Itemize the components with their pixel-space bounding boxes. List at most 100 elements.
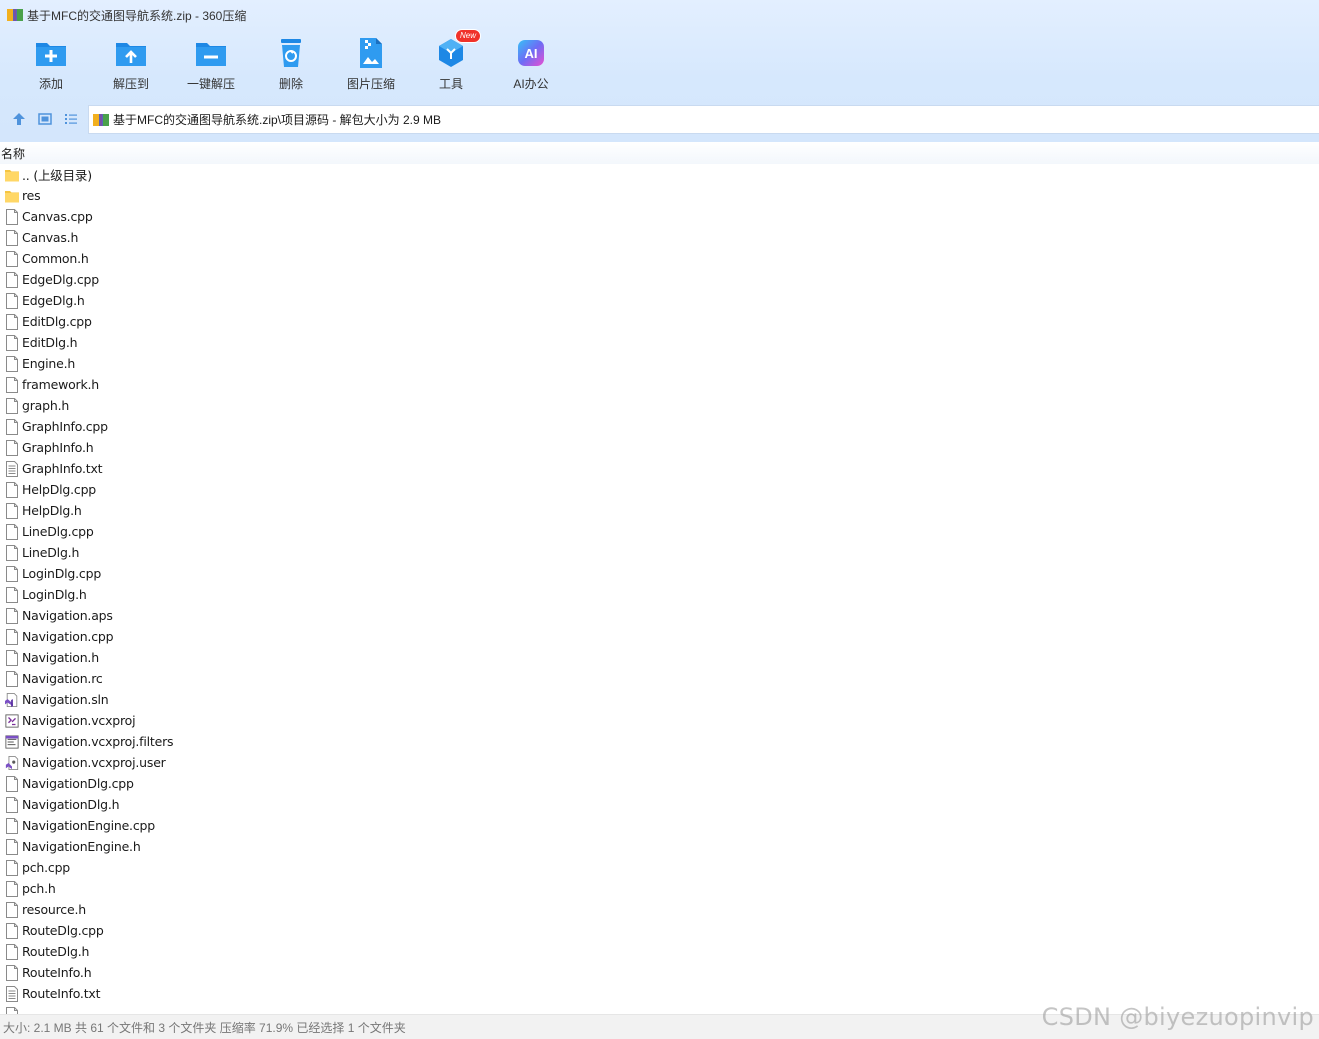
file-row[interactable]: NavigationEngine.cpp [0,815,1319,836]
file-name: pch.h [22,881,56,896]
file-row[interactable]: EditDlg.cpp [0,311,1319,332]
file-icon [5,523,19,540]
tools-button[interactable]: New 工具 [411,29,491,98]
file-name: NavigationEngine.cpp [22,818,155,833]
file-row[interactable]: GraphInfo.txt [0,458,1319,479]
file-name: pch.cpp [22,860,71,875]
file-icon [5,439,19,456]
file-icon [5,544,19,561]
file-name: HelpDlg.h [22,503,82,518]
file-row[interactable]: graph.h [0,395,1319,416]
image-compress-label: 图片压缩 [346,77,395,91]
main-toolbar: 添加 解压到 一键解压 删除 图片压缩 New 工具 AI AI办公 [11,29,571,98]
file-icon [5,208,19,225]
file-name: HelpDlg.cpp [22,482,97,497]
file-row[interactable]: RouteDlg.cpp [0,920,1319,941]
file-row[interactable]: Navigation.h [0,647,1319,668]
list-view-button[interactable] [58,106,84,132]
file-row[interactable]: NavigationDlg.cpp [0,773,1319,794]
file-name: Engine.h [22,356,76,371]
file-icon [5,565,19,582]
file-row[interactable]: RouteInfo.txt [0,983,1319,1004]
file-row[interactable]: pch.cpp [0,857,1319,878]
file-row[interactable]: resource.h [0,899,1319,920]
file-icon [5,502,19,519]
one-click-extract-label: 一键解压 [186,77,235,91]
file-icon [5,880,19,897]
file-name: Navigation.aps [22,608,113,623]
add-folder-icon [34,36,68,70]
file-row[interactable]: LineDlg.cpp [0,521,1319,542]
file-row[interactable]: Engine.h [0,353,1319,374]
file-icon [5,271,19,288]
address-bar[interactable]: 基于MFC的交通图导航系统.zip\项目源码 - 解包大小为 2.9 MB [88,105,1319,134]
file-row[interactable]: pch.h [0,878,1319,899]
file-name: NavigationEngine.h [22,839,141,854]
file-row[interactable]: RouteInfo.h [0,962,1319,983]
file-icon [5,607,19,624]
archive-icon [93,113,109,126]
folder-icon [5,167,19,183]
file-row[interactable]: EditDlg.h [0,332,1319,353]
folder-row[interactable]: .. (上级目录) [0,164,1319,185]
file-row[interactable]: EdgeDlg.h [0,290,1319,311]
delete-button[interactable]: 删除 [251,36,331,98]
file-row[interactable]: GraphInfo.h [0,437,1319,458]
file-row[interactable]: HelpDlg.h [0,500,1319,521]
file-row[interactable]: Canvas.h [0,227,1319,248]
ai-office-icon: AI [514,36,548,70]
extract-to-icon [114,36,148,70]
file-name: Navigation.rc [22,671,103,686]
file-row[interactable]: LoginDlg.cpp [0,563,1319,584]
ai-office-label: AI办公 [513,77,549,91]
file-icon [5,649,19,666]
file-name: LoginDlg.cpp [22,566,102,581]
file-row[interactable]: RouteDlg.h [0,941,1319,962]
file-row[interactable]: Navigation.vcxproj.user [0,752,1319,773]
file-name: LineDlg.cpp [22,524,94,539]
file-name: LineDlg.h [22,545,80,560]
file-row[interactable]: Navigation.vcxproj.filters [0,731,1319,752]
file-row[interactable]: Common.h [0,248,1319,269]
one-click-extract-button[interactable]: 一键解压 [171,36,251,98]
file-row[interactable]: NavigationEngine.h [0,836,1319,857]
thumbnail-view-button[interactable] [32,106,58,132]
file-name: RouteInfo.txt [22,986,101,1001]
file-name: LoginDlg.h [22,587,87,602]
ai-office-button[interactable]: AI AI办公 [491,36,571,98]
up-level-button[interactable] [6,106,32,132]
file-icon [5,418,19,435]
file-row[interactable]: HelpDlg.cpp [0,479,1319,500]
filters-file-icon [5,734,19,750]
file-row[interactable]: LoginDlg.h [0,584,1319,605]
title-bar: 基于MFC的交通图导航系统.zip - 360压缩 [0,0,1319,30]
text-file-icon [5,985,19,1002]
file-row[interactable]: Navigation.rc [0,668,1319,689]
extract-to-button[interactable]: 解压到 [91,36,171,98]
file-name: EdgeDlg.h [22,293,85,308]
file-name: Navigation.cpp [22,629,114,644]
name-column-header[interactable]: 名称 [0,145,25,162]
file-name: Navigation.sln [22,692,109,707]
file-list: 名称 .. (上级目录) res Canvas.cpp Canvas.h Common.… [0,142,1319,1014]
file-name: RouteDlg.h [22,944,90,959]
file-name: Navigation.h [22,650,99,665]
folder-row[interactable]: res [0,185,1319,206]
file-icon [5,586,19,603]
file-row[interactable]: framework.h [0,374,1319,395]
file-icon [5,334,19,351]
add-button[interactable]: 添加 [11,36,91,98]
file-row[interactable]: Navigation.cpp [0,626,1319,647]
user-file-icon [5,755,19,771]
file-row[interactable]: EdgeDlg.cpp [0,269,1319,290]
file-name: Navigation.vcxproj [22,713,136,728]
file-row[interactable]: Navigation.sln [0,689,1319,710]
file-row[interactable]: LineDlg.h [0,542,1319,563]
image-compress-button[interactable]: 图片压缩 [331,36,411,98]
file-row[interactable]: Canvas.cpp [0,206,1319,227]
file-row[interactable]: Navigation.aps [0,605,1319,626]
file-row[interactable]: Navigation.vcxproj [0,710,1319,731]
delete-icon [274,36,308,70]
file-row[interactable]: GraphInfo.cpp [0,416,1319,437]
file-row[interactable]: NavigationDlg.h [0,794,1319,815]
